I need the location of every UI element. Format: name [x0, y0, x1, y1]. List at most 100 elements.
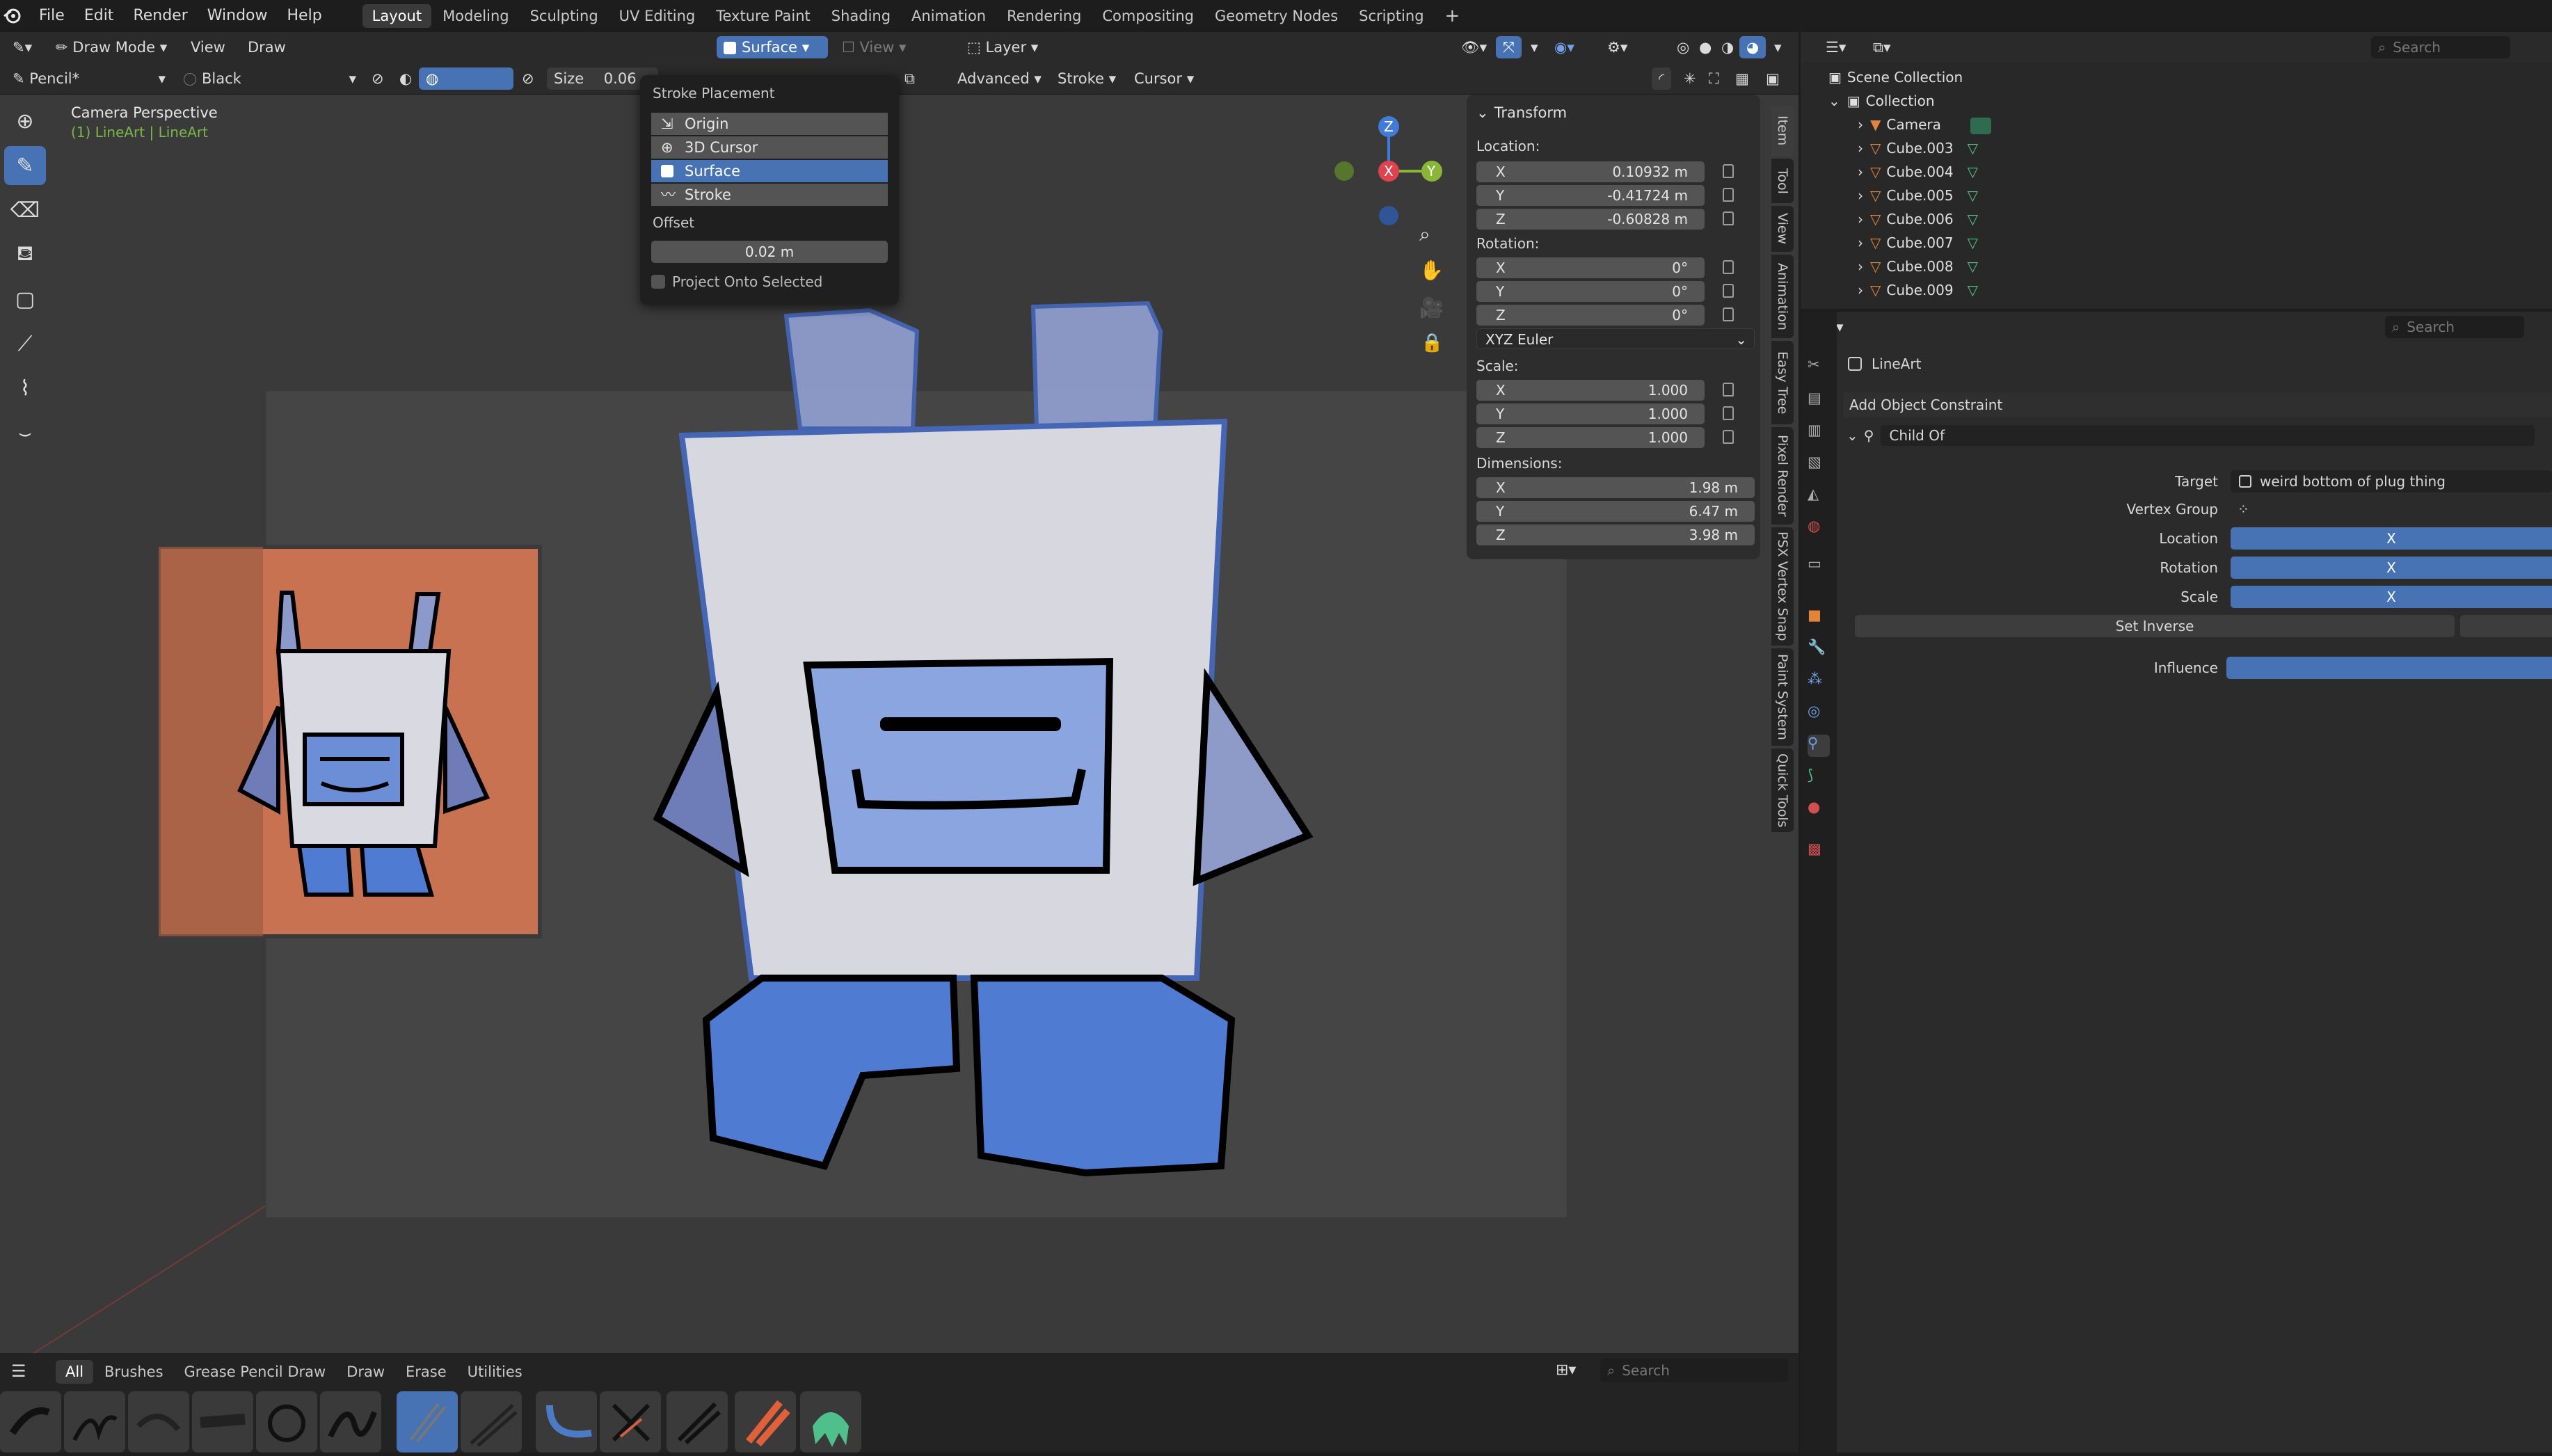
project-onto-selected-checkbox[interactable]: Project Onto Selected: [651, 271, 822, 292]
outliner-item-cube-003[interactable]: › ▽ Cube.003 ▽: [1858, 136, 1978, 160]
pressure-icon[interactable]: ⧉: [898, 67, 922, 90]
tab-geometry-nodes[interactable]: Geometry Nodes: [1205, 4, 1348, 28]
tab-sculpting[interactable]: Sculpting: [520, 4, 608, 28]
brush-thumbnail[interactable]: [461, 1391, 522, 1453]
camera-view-icon[interactable]: 🎥: [1419, 296, 1444, 319]
tab-compositing[interactable]: Compositing: [1092, 4, 1204, 28]
scene-collection-row[interactable]: ▣ Scene Collection: [1828, 65, 1963, 89]
tab-item[interactable]: Item: [1771, 106, 1794, 156]
shelf-tab-utilities[interactable]: Utilities: [458, 1360, 532, 1384]
vertex-group-field[interactable]: ⁘: [2231, 498, 2552, 520]
material-shading-icon[interactable]: ◑: [1714, 36, 1741, 58]
gizmo-dropdown-icon[interactable]: ▾: [1524, 36, 1545, 58]
layers-icon[interactable]: ▣: [1759, 67, 1787, 90]
lock-icon[interactable]: [1723, 164, 1734, 178]
lock-icon[interactable]: [1723, 430, 1734, 444]
lock-icon[interactable]: [1723, 188, 1734, 202]
stroke-dropdown[interactable]: Stroke ▾: [1051, 67, 1123, 90]
world-tab-icon[interactable]: ◍: [1808, 518, 1830, 540]
tab-psx-vertex-snap[interactable]: PSX Vertex Snap: [1771, 527, 1794, 646]
xray-icon[interactable]: ⚙▾: [1600, 36, 1634, 58]
dimensions-y-field[interactable]: Y 6.47 m: [1476, 501, 1755, 522]
shelf-tab-all[interactable]: All: [56, 1360, 94, 1384]
add-workspace-icon[interactable]: +: [1435, 4, 1470, 28]
tool-tab-icon[interactable]: ✂: [1808, 356, 1830, 378]
brush-thumbnail[interactable]: [256, 1391, 317, 1453]
scale-x-field[interactable]: X 1.000: [1476, 380, 1705, 401]
outliner-item-cube-009[interactable]: › ▽ Cube.009 ▽: [1858, 278, 1978, 302]
menu-render[interactable]: Render: [123, 0, 197, 32]
tab-uv-editing[interactable]: UV Editing: [609, 4, 705, 28]
scale-x-toggle[interactable]: X: [2231, 586, 2552, 608]
tab-quick-tools[interactable]: Quick Tools: [1771, 749, 1794, 832]
placement-dropdown[interactable]: Surface ▾: [717, 36, 828, 58]
tab-shading[interactable]: Shading: [822, 4, 900, 28]
placement-option-origin[interactable]: ⇲ Origin: [651, 113, 888, 135]
tab-view[interactable]: View: [1771, 206, 1794, 252]
brush-thumbnail[interactable]: [600, 1391, 661, 1453]
material-dropdown[interactable]: Black ▾: [177, 67, 360, 90]
brush-thumbnail[interactable]: [800, 1391, 861, 1453]
target-field[interactable]: weird bottom of plug thing: [2231, 470, 2552, 493]
erase-tool-icon[interactable]: ⌫: [4, 191, 46, 230]
lock-icon[interactable]: [1723, 307, 1734, 321]
data-tab-icon[interactable]: ⟆: [1808, 767, 1830, 789]
rotation-z-field[interactable]: Z 0°: [1476, 305, 1705, 326]
render-tab-icon[interactable]: ▤: [1808, 390, 1830, 412]
eyedropper-tool-icon[interactable]: ⌇: [4, 369, 46, 408]
advanced-dropdown[interactable]: Advanced ▾: [950, 67, 1048, 90]
placement-option-3d-cursor[interactable]: ⊕ 3D Cursor: [651, 136, 888, 159]
location-z-field[interactable]: Z -0.60828 m: [1476, 209, 1705, 230]
node-icon[interactable]: ⛶: [1702, 67, 1726, 90]
properties-search-input[interactable]: ⌕ Search: [2385, 316, 2524, 338]
interpolate-tool-icon[interactable]: ⟋: [4, 324, 46, 363]
box-tool-icon[interactable]: ▢: [4, 280, 46, 319]
location-y-field[interactable]: Y -0.41724 m: [1476, 185, 1705, 206]
location-x-toggle[interactable]: X: [2231, 527, 2552, 550]
brush-thumbnail[interactable]: [64, 1391, 125, 1453]
transform-panel-header[interactable]: ⌄ Transform: [1476, 102, 1567, 124]
rotation-y-field[interactable]: Y 0°: [1476, 281, 1705, 302]
lock-icon[interactable]: [1723, 383, 1734, 397]
menu-edit[interactable]: Edit: [74, 0, 124, 32]
brush-thumbnail[interactable]: [735, 1391, 796, 1453]
brush-thumbnail[interactable]: [536, 1391, 597, 1453]
physics-tab-icon[interactable]: ◎: [1808, 703, 1830, 725]
shelf-search-input[interactable]: ⌕ Search: [1600, 1359, 1788, 1382]
clear-inverse-button[interactable]: [2460, 615, 2552, 637]
constraint-header[interactable]: ⌄ ⚲ Child Of: [1844, 423, 2552, 448]
brush-thumbnail-active[interactable]: [397, 1391, 458, 1453]
shelf-display-icon[interactable]: ⊞▾: [1556, 1361, 1576, 1379]
color-pin-icon[interactable]: ⊘: [515, 67, 541, 90]
color-swatch[interactable]: ◍: [419, 67, 513, 90]
scale-z-field[interactable]: Z 1.000: [1476, 427, 1705, 448]
outliner-item-cube-008[interactable]: › ▽ Cube.008 ▽: [1858, 255, 1978, 278]
influence-slider[interactable]: [2226, 657, 2552, 679]
tab-texture-paint[interactable]: Texture Paint: [706, 4, 820, 28]
constraint-tab-icon[interactable]: ⚲: [1808, 735, 1830, 757]
curve-tool-icon[interactable]: ⌣: [4, 413, 46, 452]
multiframe-icon[interactable]: ▦: [1728, 67, 1756, 90]
snow-icon[interactable]: ✳: [1677, 67, 1703, 90]
blender-logo-icon[interactable]: [3, 6, 24, 26]
rendered-shading-icon[interactable]: ◕: [1739, 36, 1767, 58]
tab-rendering[interactable]: Rendering: [997, 4, 1091, 28]
menu-help[interactable]: Help: [278, 0, 332, 32]
object-tab-icon[interactable]: ■: [1808, 607, 1830, 629]
modifier-tab-icon[interactable]: 🔧: [1808, 639, 1830, 661]
tab-pixel-render[interactable]: Pixel Render: [1771, 427, 1794, 525]
tab-animation[interactable]: Animation: [1771, 255, 1794, 338]
color-mode-icon[interactable]: ◐: [392, 67, 419, 90]
tab-paint-system[interactable]: Paint System: [1771, 648, 1794, 746]
offset-field[interactable]: 0.02 m: [651, 241, 888, 263]
view-menu[interactable]: View: [184, 36, 232, 58]
outliner-item-camera[interactable]: › ▼ Camera: [1858, 113, 1992, 136]
dimensions-x-field[interactable]: X 1.98 m: [1476, 477, 1755, 498]
collection-tab-icon[interactable]: ▭: [1808, 555, 1830, 577]
fill-tool-icon[interactable]: ⛾: [4, 235, 46, 274]
draw-menu[interactable]: Draw: [241, 36, 293, 58]
shelf-tab-erase[interactable]: Erase: [396, 1360, 456, 1384]
location-x-field[interactable]: X 0.10932 m: [1476, 161, 1705, 182]
overlay-toggle-icon[interactable]: ◉▾: [1547, 36, 1581, 58]
shelf-tab-draw[interactable]: Draw: [337, 1360, 394, 1384]
